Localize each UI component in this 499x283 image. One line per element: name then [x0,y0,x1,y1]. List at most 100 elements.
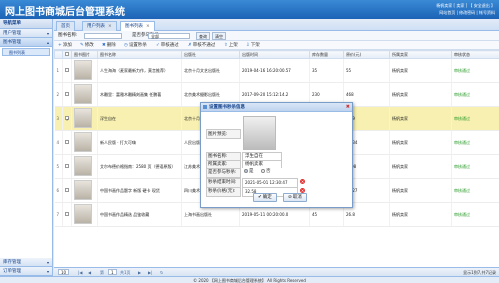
sidebar-section-inventory[interactable]: 库存管理 ▾ [0,258,52,267]
cross-icon: ✗ [188,43,192,48]
row-select-cell[interactable] [62,202,72,227]
close-icon[interactable]: × [146,24,150,29]
delete-button[interactable]: ✖删除 [102,41,116,50]
up-arrow-icon: ⇧ [224,43,228,48]
form-row-seckill: 是否参与秒杀: 是 否 [206,168,346,178]
sidebar-section-books[interactable]: 图书管理 ▴ [0,38,52,47]
checkbox[interactable] [65,212,69,216]
column-header[interactable]: 出版时间 [239,50,310,59]
column-header[interactable]: 审核状态 [451,50,499,59]
chevron-down-icon: ▾ [46,31,49,36]
seller-cell: 杨帆卖家 [389,202,452,227]
price-label: 秒杀价格(元): [206,187,241,197]
shelve-label: 上架 [228,43,238,48]
dialog-title: 设置图书秒杀信息 [209,105,245,110]
column-header[interactable]: 出版社 [181,50,240,59]
radio[interactable] [260,168,265,173]
edit-button[interactable]: ✎修改 [80,41,94,50]
tab-label: 用户列表 [87,24,105,29]
add-button[interactable]: +添加 [58,41,72,50]
radio-checked[interactable] [244,168,248,173]
sidebar-section-label: 订单管理 [3,269,21,274]
select-all-header[interactable] [62,50,72,59]
book-name-cell: 艾尔布德价格指南：2580 页（德语原版） [97,154,182,179]
column-header[interactable]: 图书名称 [97,50,182,59]
checkbox[interactable] [65,164,69,168]
cancel-button[interactable]: ⊘取消 [283,193,307,202]
tab-home[interactable]: 首页 [56,21,75,31]
book-thumbnail-cell [71,82,98,107]
status-cell: 审核通过 [451,202,499,227]
row-number: 2 [54,82,63,107]
book-thumbnail-cell [71,154,98,179]
checkbox-checked[interactable]: ✓ [65,115,69,122]
tab-bar: 首页 用户列表 × 图书列表 × [54,19,499,31]
book-thumbnail-cell [71,202,98,227]
user-links-line[interactable]: 网站首页 | 修改密码 | 帐号资料 [436,9,495,16]
row-select-cell[interactable] [62,58,72,83]
approve-button[interactable]: ✓审核通过 [156,41,179,50]
seckill-yes-option[interactable]: 是 [244,168,254,174]
tab-user-list[interactable]: 用户列表 × [82,21,117,31]
form-row-seller: 所属卖家: 杨帆卖家 [206,160,346,170]
clear-icon[interactable]: × [300,179,305,184]
checkbox[interactable] [65,68,69,72]
search-button[interactable]: 查询 [196,32,210,40]
row-select-cell[interactable] [62,130,72,155]
unshelve-button[interactable]: ⇩下架 [246,41,260,50]
row-select-cell[interactable] [62,178,72,203]
checkbox[interactable] [65,188,69,192]
column-header[interactable]: 原价(元) [343,50,390,59]
reject-button[interactable]: ✗审核不通过 [188,41,215,50]
book-name-cell: 人生海海（麦家最新力作，莫言推荐） [97,58,182,83]
close-icon[interactable]: ✖ [346,103,350,112]
close-icon[interactable]: × [108,24,112,29]
sidebar-section-users[interactable]: 用户管理 ▾ [0,29,52,38]
add-icon: + [58,43,62,48]
book-thumbnail [74,180,92,200]
reset-button[interactable]: 清空 [212,32,226,40]
row-select-cell[interactable] [62,154,72,179]
sidebar-item-book-list[interactable]: 图书列表 [2,48,50,56]
edit-icon: ✎ [80,43,84,48]
sidebar-section-orders[interactable]: 订单管理 ▾ [0,267,52,276]
check-icon: ✔ [258,195,262,200]
seckill-no-option[interactable]: 否 [260,168,270,174]
tab-book-list[interactable]: 图书列表 × [120,21,155,31]
user-status-line[interactable]: 杨帆卖家 [ 卖家 ] 【 安全退出 】 [436,2,495,9]
row-select-cell[interactable]: ✓ [62,106,72,131]
row-number: 6 [54,178,63,203]
row-number: 5 [54,154,63,179]
status-cell: 审核通过 [451,82,499,107]
column-header[interactable]: 图书图片 [71,50,98,59]
checkbox[interactable] [65,52,69,56]
book-preview-image [243,116,276,150]
delete-icon: ✖ [102,43,106,48]
seller-cell: 杨帆卖家 [389,130,452,155]
preview-label: 图片预览: [206,129,241,139]
book-name-input[interactable] [84,33,122,39]
checkbox[interactable] [65,92,69,96]
book-thumbnail-cell [71,106,98,131]
set-seckill-button[interactable]: ◷设置秒杀 [124,41,147,50]
toolbar: +添加 ✎修改 ✖删除 ◷设置秒杀 ✓审核通过 ✗审核不通过 ⇧上架 ⇩下架 [54,41,499,50]
checkbox[interactable] [65,140,69,144]
book-name-cell: 新人民版 · 打大可嗨 [97,130,182,155]
column-header[interactable]: 所属卖家 [389,50,452,59]
table-row[interactable]: 1 人生海海（麦家最新力作，莫言推荐） 北京十月文艺出版社 2019-04-16… [54,58,499,83]
confirm-button[interactable]: ✔确定 [253,193,277,202]
seckill-filter-select[interactable]: 全部 [148,33,190,39]
page-size-select[interactable]: 10 [58,269,70,275]
shelve-button[interactable]: ⇧上架 [224,41,238,50]
page-number-input[interactable]: 1 [108,269,117,275]
approve-label: 审核通过 [160,43,179,48]
sidebar-title: 导航菜单 [0,19,52,29]
footer: © 2020 【网上图书商城后台管理系统】 All Rights Reserve… [0,276,499,283]
column-header[interactable]: 库存数量 [309,50,344,59]
row-select-cell[interactable] [62,82,72,107]
row-number-header [54,50,63,59]
app-title: 网上图书商城后台管理系统 [5,7,125,18]
seckill-radio-group: 是 否 [242,168,282,176]
book-thumbnail [74,204,92,224]
chevron-up-icon: ▴ [46,40,49,45]
